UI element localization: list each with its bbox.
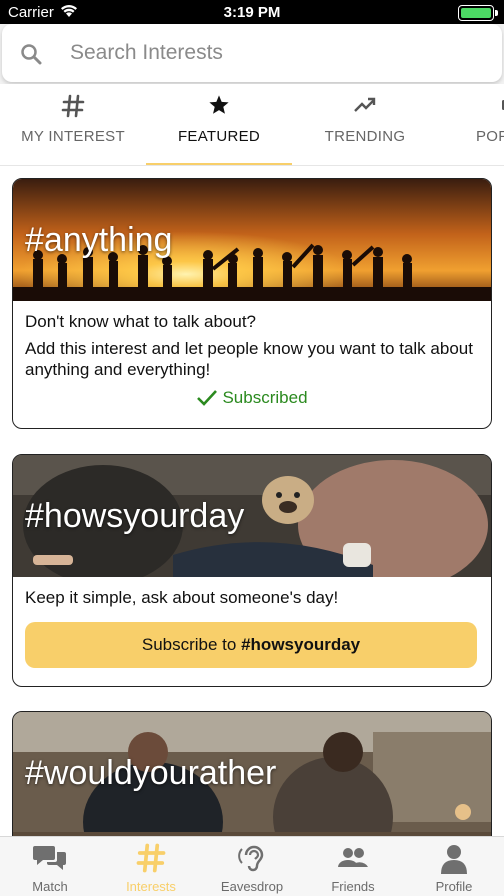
trending-icon [354, 97, 376, 112]
ear-icon [238, 845, 264, 872]
search-bar [0, 24, 504, 84]
nav-label: Match [32, 879, 68, 894]
star-icon [209, 95, 229, 114]
nav-match[interactable]: Match [0, 837, 100, 896]
interest-feed: #anything Don't know what to talk about?… [0, 166, 504, 836]
search-input[interactable] [70, 38, 470, 68]
card-body: Don't know what to talk about? Add this … [13, 301, 491, 422]
subscribed-label: Subscribed [222, 388, 308, 407]
card-hashtag: #wouldyourather [25, 754, 277, 792]
interest-card[interactable]: #anything Don't know what to talk about?… [12, 178, 492, 429]
search-box[interactable] [2, 24, 502, 82]
interest-tabs: MY INTEREST FEATURED TRENDING POP [0, 84, 504, 166]
tab-trending[interactable]: TRENDING [292, 84, 438, 165]
card-banner-image: #wouldyourather [13, 712, 491, 836]
card-hashtag: #howsyourday [25, 497, 245, 535]
tab-label: TRENDING [324, 128, 406, 145]
tab-label: POP [476, 128, 504, 145]
subscribe-button-prefix: Subscribe to [141, 635, 242, 654]
popular-icon [502, 100, 504, 110]
tab-label: MY INTEREST [21, 128, 125, 145]
nav-label: Profile [435, 879, 473, 894]
card-description: Keep it simple, ask about someone's day! [25, 588, 339, 607]
tab-my-interest[interactable]: MY INTEREST [0, 84, 146, 165]
nav-eavesdrop[interactable]: Eavesdrop [202, 837, 302, 896]
bottom-nav: Match Interests Eavesdrop Friends Profil… [0, 836, 504, 896]
card-description: Don't know what to talk about? [25, 312, 256, 331]
nav-friends[interactable]: Friends [303, 837, 403, 896]
status-bar: Carrier 3:19 PM [0, 0, 504, 24]
nav-label: Eavesdrop [220, 879, 284, 894]
interest-card[interactable]: #howsyourday Keep it simple, ask about s… [12, 454, 492, 687]
nav-profile[interactable]: Profile [404, 837, 504, 896]
hash-icon [61, 94, 85, 118]
chat-bubbles-icon [33, 846, 66, 870]
tab-popular[interactable]: POP [438, 84, 504, 165]
tab-featured[interactable]: FEATURED [146, 84, 292, 165]
card-description: Add this interest and let people know yo… [25, 339, 473, 379]
card-hashtag: #anything [25, 221, 173, 259]
tab-label: FEATURED [177, 128, 261, 145]
search-icon [21, 44, 42, 65]
subscribed-status[interactable]: Subscribed [25, 388, 479, 408]
interest-card[interactable]: #wouldyourather [12, 711, 492, 836]
friends-icon [338, 848, 368, 867]
card-banner-image: #anything [13, 179, 491, 301]
hash-icon [136, 843, 166, 873]
subscribe-button-tag: #howsyourday [241, 635, 361, 654]
nav-label: Friends [331, 879, 375, 894]
card-body: Keep it simple, ask about someone's day!… [13, 577, 491, 682]
nav-label: Interests [126, 879, 176, 894]
profile-icon [441, 845, 467, 874]
clock: 3:19 PM [223, 4, 281, 21]
battery-icon [458, 5, 498, 21]
nav-interests[interactable]: Interests [101, 837, 201, 896]
card-banner-image: #howsyourday [13, 455, 491, 577]
subscribe-button[interactable]: Subscribe to #howsyourday [25, 622, 477, 668]
check-icon [197, 390, 218, 406]
